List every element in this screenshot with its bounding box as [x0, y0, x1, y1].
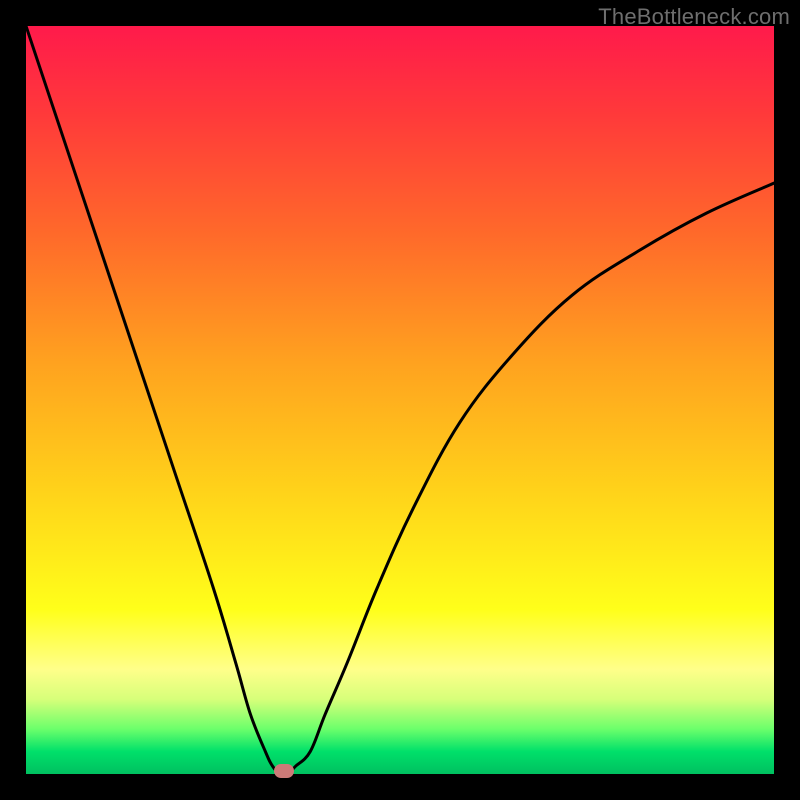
optimum-marker: [274, 764, 294, 778]
bottleneck-curve: [26, 26, 774, 774]
chart-plot-area: [26, 26, 774, 774]
